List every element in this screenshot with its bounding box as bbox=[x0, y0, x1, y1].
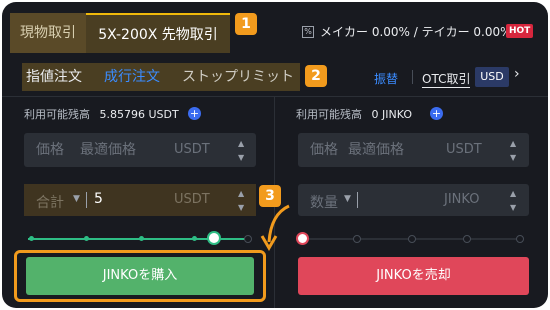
sell-slider-handle[interactable] bbox=[296, 232, 309, 245]
buy-total-value: 5 bbox=[94, 191, 103, 207]
sell-price-field[interactable]: 価格 最適価格 USDT ▲ ▼ bbox=[298, 133, 529, 167]
tab-market-order[interactable]: 成行注文 bbox=[104, 63, 160, 91]
buy-available-label: 利用可能残高 bbox=[24, 108, 90, 121]
buy-price-label: 価格 bbox=[36, 142, 64, 158]
tab-limit-order[interactable]: 指値注文 bbox=[26, 63, 82, 91]
sell-available-value: 0 JINKO bbox=[371, 108, 412, 121]
buy-available-value: 5.85796 USDT bbox=[99, 108, 179, 121]
buy-slider-handle[interactable] bbox=[207, 231, 221, 245]
sell-available-balance: 利用可能残高 0 JINKO bbox=[296, 106, 412, 122]
increment-arrow-icon[interactable]: ▲ bbox=[238, 189, 244, 198]
hot-badge: HOT bbox=[506, 24, 534, 38]
buy-price-unit: USDT bbox=[174, 142, 210, 157]
buy-total-unit: USDT bbox=[174, 192, 210, 207]
callout-arrow-icon bbox=[260, 204, 290, 251]
slider-tick[interactable] bbox=[408, 235, 416, 243]
sell-button[interactable]: JINKOを売却 bbox=[298, 257, 529, 295]
sell-deposit-plus-icon[interactable]: + bbox=[430, 107, 443, 120]
buy-price-placeholder: 最適価格 bbox=[80, 142, 136, 158]
buy-price-field[interactable]: 価格 最適価格 USDT ▲ ▼ bbox=[24, 133, 256, 167]
caret-down-icon[interactable]: ▼ bbox=[344, 194, 351, 204]
decrement-arrow-icon[interactable]: ▼ bbox=[238, 203, 244, 212]
tab-futures-label: 5X-200X 先物取引 bbox=[98, 27, 218, 43]
callout-badge-2: 2 bbox=[305, 65, 327, 87]
slider-tick[interactable] bbox=[29, 236, 34, 241]
sell-price-placeholder: 最適価格 bbox=[348, 142, 404, 158]
slider-tick[interactable] bbox=[192, 236, 197, 241]
input-cursor bbox=[357, 192, 358, 208]
buy-available-balance: 利用可能残高 5.85796 USDT bbox=[24, 106, 179, 122]
input-cursor bbox=[86, 192, 87, 208]
buy-total-field[interactable]: 合計 ▼ 5 USDT ▲ ▼ bbox=[24, 184, 256, 216]
divider bbox=[2, 96, 548, 97]
sell-available-label: 利用可能残高 bbox=[296, 108, 362, 121]
sell-price-unit: USDT bbox=[446, 142, 482, 157]
divider bbox=[412, 70, 413, 84]
tab-stop-limit-order[interactable]: ストップリミット bbox=[182, 63, 294, 91]
increment-arrow-icon[interactable]: ▲ bbox=[510, 189, 516, 198]
otc-link[interactable]: OTC取引 bbox=[422, 70, 471, 88]
slider-tick[interactable] bbox=[244, 235, 252, 243]
slider-tick[interactable] bbox=[463, 235, 471, 243]
decrement-arrow-icon[interactable]: ▼ bbox=[238, 153, 244, 162]
sell-price-label: 価格 bbox=[310, 142, 338, 158]
chevron-right-icon[interactable]: › bbox=[514, 66, 520, 82]
callout-badge-1: 1 bbox=[235, 13, 257, 35]
decrement-arrow-icon[interactable]: ▼ bbox=[510, 203, 516, 212]
slider-tick[interactable] bbox=[84, 236, 89, 241]
fee-text: メイカー 0.00% / テイカー 0.00% bbox=[320, 25, 512, 39]
sell-quantity-field[interactable]: 数量 ▼ JINKO ▲ ▼ bbox=[298, 184, 529, 216]
tab-spot[interactable]: 現物取引 bbox=[10, 13, 86, 53]
trade-panel: 現物取引 5X-200X 先物取引 1 % メイカー 0.00% / テイカー … bbox=[2, 2, 548, 308]
sell-quantity-unit: JINKO bbox=[444, 192, 480, 207]
increment-arrow-icon[interactable]: ▲ bbox=[238, 139, 244, 148]
slider-tick[interactable] bbox=[139, 236, 144, 241]
transfer-link[interactable]: 振替 bbox=[374, 70, 398, 87]
tab-spot-label: 現物取引 bbox=[20, 25, 76, 41]
caret-down-icon[interactable]: ▼ bbox=[73, 194, 80, 204]
slider-tick[interactable] bbox=[353, 235, 361, 243]
sell-quantity-label: 数量 bbox=[310, 195, 338, 211]
fee-checkbox[interactable]: % bbox=[302, 26, 314, 38]
currency-select[interactable]: USD bbox=[475, 67, 509, 87]
tab-futures[interactable]: 5X-200X 先物取引 bbox=[86, 13, 230, 53]
buy-deposit-plus-icon[interactable]: + bbox=[188, 107, 201, 120]
buy-button[interactable]: JINKOを購入 bbox=[26, 257, 254, 295]
decrement-arrow-icon[interactable]: ▼ bbox=[510, 153, 516, 162]
slider-tick[interactable] bbox=[516, 235, 524, 243]
increment-arrow-icon[interactable]: ▲ bbox=[510, 139, 516, 148]
buy-total-label: 合計 bbox=[36, 195, 64, 211]
order-type-tabs: 指値注文 成行注文 ストップリミット bbox=[22, 63, 300, 91]
